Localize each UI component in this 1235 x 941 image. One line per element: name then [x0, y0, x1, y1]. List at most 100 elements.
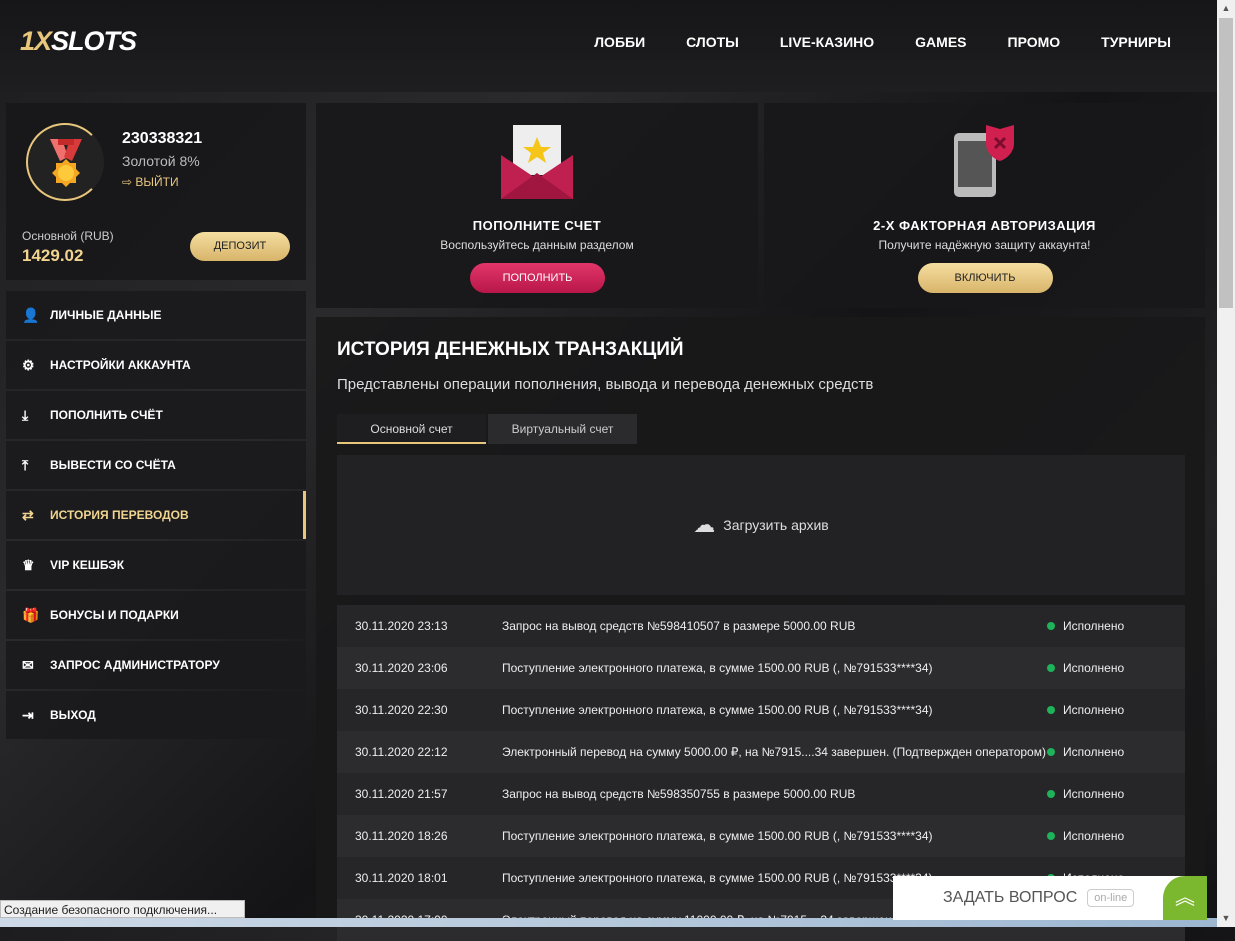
scroll-up-icon[interactable]: ▲ — [1217, 0, 1235, 17]
download-archive-button[interactable]: ☁ Загрузить архив — [337, 455, 1185, 595]
logo-main: SLOTS — [51, 26, 137, 56]
balance-label: Основной (RUB) — [22, 229, 114, 243]
sidebar-item-label: ВЫВЕСТИ СО СЧЁТА — [50, 458, 176, 472]
gears-icon: ⚙ — [22, 356, 35, 373]
account-menu: 👤 ЛИЧНЫЕ ДАННЫЕ ⚙ НАСТРОЙКИ АККАУНТА ⤓ ПОПОЛН… — [6, 291, 306, 741]
sign-out-icon: ⇥ — [22, 706, 34, 723]
user-plus-icon: 👤 — [22, 306, 40, 323]
sidebar-item[interactable]: ⤒ ВЫВЕСТИ СО СЧЁТА — [6, 441, 306, 489]
sidebar-item[interactable]: ✉ ЗАПРОС АДМИНИСТРАТОРУ — [6, 641, 306, 689]
row-status: Исполнено — [1047, 787, 1124, 801]
table-row: 30.11.2020 22:12 Электронный перевод на с… — [337, 731, 1185, 773]
nav-tournaments[interactable]: ТУРНИРЫ — [1101, 34, 1171, 50]
sidebar-item-label: ИСТОРИЯ ПЕРЕВОДОВ — [50, 508, 189, 522]
row-description: Поступление электронного платежа, в сумм… — [502, 702, 933, 717]
nav-games[interactable]: GAMES — [915, 34, 966, 50]
sidebar-item[interactable]: 🎁 БОНУСЫ И ПОДАРКИ — [6, 591, 306, 639]
scroll-down-icon[interactable]: ▼ — [1217, 910, 1235, 927]
sidebar-item-label: БОНУСЫ И ПОДАРКИ — [50, 608, 179, 622]
deposit-button[interactable]: ДЕПОЗИТ — [190, 232, 290, 261]
status-dot-icon — [1047, 622, 1055, 630]
sidebar-item[interactable]: ⚙ НАСТРОЙКИ АККАУНТА — [6, 341, 306, 389]
nav-live-casino[interactable]: LIVE-КАЗИНО — [780, 34, 874, 50]
status-dot-icon — [1047, 664, 1055, 672]
sidebar-item[interactable]: ⇥ ВЫХОД — [6, 691, 306, 739]
status-label: Исполнено — [1063, 829, 1125, 843]
scrollbar[interactable]: ▲ ▼ — [1217, 0, 1235, 927]
status-dot-icon — [1047, 706, 1055, 714]
profile-card: 230338321 Золотой 8% ⇨ ВЫЙТИ Основной (R… — [6, 103, 306, 280]
page-subtitle: Представлены операции пополнения, вывода… — [337, 376, 874, 393]
table-row: 30.11.2020 23:06 Поступление электронного… — [337, 647, 1185, 689]
top-up-button[interactable]: ПОПОЛНИТЬ — [470, 263, 605, 293]
nav-lobby[interactable]: ЛОББИ — [594, 34, 645, 50]
phone-shield-icon — [954, 125, 1014, 197]
sidebar-item[interactable]: 👤 ЛИЧНЫЕ ДАННЫЕ — [6, 291, 306, 339]
sidebar-item[interactable]: ⤓ ПОПОЛНИТЬ СЧЁТ — [6, 391, 306, 439]
row-date: 30.11.2020 22:30 — [355, 703, 448, 717]
status-label: Исполнено — [1063, 619, 1125, 633]
promo-subtitle: Получите надёжную защиту аккаунта! — [878, 238, 1091, 252]
envelope-icon: ✉ — [22, 656, 34, 673]
sidebar-item-label: ВЫХОД — [50, 708, 96, 722]
main-nav: ЛОББИ СЛОТЫ LIVE-КАЗИНО GAMES ПРОМО ТУРН… — [594, 34, 1171, 50]
sidebar-item[interactable]: ♛ VIP КЕШБЭК — [6, 541, 306, 589]
row-date: 30.11.2020 23:06 — [355, 661, 448, 675]
account-tabs: Основной счет Виртуальный счет — [337, 414, 639, 444]
download-icon: ⤓ — [22, 406, 29, 423]
row-status: Исполнено — [1047, 619, 1124, 633]
medal-icon — [50, 139, 82, 187]
cloud-download-icon: ☁ — [693, 512, 716, 537]
status-dot-icon — [1047, 832, 1055, 840]
row-description: Поступление электронного платежа, в сумм… — [502, 828, 933, 843]
chat-label: ЗАДАТЬ ВОПРОС — [943, 889, 1078, 906]
exchange-icon: ⇄ — [22, 506, 34, 523]
scrollbar-thumb[interactable] — [1219, 18, 1233, 308]
balance-value: 1429.02 — [22, 246, 84, 265]
page-title: ИСТОРИЯ ДЕНЕЖНЫХ ТРАНЗАКЦИЙ — [337, 339, 684, 360]
table-row: 30.11.2020 18:26 Поступление электронного… — [337, 815, 1185, 857]
row-date: 30.11.2020 23:13 — [355, 619, 448, 633]
logo[interactable]: 1XSLOTS — [20, 26, 137, 57]
row-status: Исполнено — [1047, 703, 1124, 717]
tab-main-account[interactable]: Основной счет — [337, 414, 486, 444]
row-date: 30.11.2020 22:12 — [355, 745, 448, 759]
crown-icon: ♛ — [22, 556, 35, 573]
row-date: 30.11.2020 21:57 — [355, 787, 448, 801]
user-id: 230338321 — [122, 130, 203, 147]
loyalty-level: Золотой 8% — [122, 153, 200, 169]
sign-out-icon: ⇨ — [122, 175, 136, 189]
tab-virtual-account[interactable]: Виртуальный счет — [488, 414, 637, 444]
upload-icon: ⤒ — [22, 456, 29, 473]
row-description: Поступление электронного платежа, в сумм… — [502, 660, 933, 675]
avatar — [26, 123, 104, 201]
row-description: Запрос на вывод средств №598410507 в раз… — [502, 618, 856, 633]
sidebar-item-label: VIP КЕШБЭК — [50, 558, 125, 572]
browser-status: Создание безопасного подключения... — [0, 900, 245, 918]
transaction-history: ИСТОРИЯ ДЕНЕЖНЫХ ТРАНЗАКЦИЙ Представлены… — [316, 317, 1205, 941]
header: 1XSLOTS ЛОББИ СЛОТЫ LIVE-КАЗИНО GAMES ПР… — [0, 0, 1217, 92]
chevron-up-icon[interactable]: ︽ — [1163, 876, 1207, 920]
sidebar-item-label: НАСТРОЙКИ АККАУНТА — [50, 358, 191, 372]
row-status: Исполнено — [1047, 745, 1124, 759]
row-status: Исполнено — [1047, 661, 1124, 675]
sidebar-item[interactable]: ⇄ ИСТОРИЯ ПЕРЕВОДОВ — [6, 491, 306, 539]
nav-slots[interactable]: СЛОТЫ — [686, 34, 739, 50]
table-row: 30.11.2020 21:57 Запрос на вывод средств … — [337, 773, 1185, 815]
online-badge: on-line — [1087, 889, 1135, 907]
status-label: Исполнено — [1063, 703, 1125, 717]
enable-2fa-button[interactable]: ВКЛЮЧИТЬ — [917, 263, 1053, 293]
archive-label: Загрузить архив — [723, 517, 829, 533]
row-status: Исполнено — [1047, 829, 1124, 843]
nav-promo[interactable]: ПРОМО — [1008, 34, 1061, 50]
logo-prefix: 1X — [20, 26, 52, 56]
promo-title: 2-Х ФАКТОРНАЯ АВТОРИЗАЦИЯ — [873, 218, 1096, 233]
sidebar-item-label: ПОПОЛНИТЬ СЧЁТ — [50, 408, 163, 422]
row-date: 30.11.2020 18:01 — [355, 871, 448, 885]
row-description: Запрос на вывод средств №598350755 в раз… — [502, 786, 856, 801]
sidebar-item-label: ЗАПРОС АДМИНИСТРАТОРУ — [50, 658, 220, 672]
status-label: Исполнено — [1063, 661, 1125, 675]
ask-question-widget[interactable]: ЗАДАТЬ ВОПРОС on-line ︽ — [893, 876, 1207, 920]
status-dot-icon — [1047, 790, 1055, 798]
logout-link[interactable]: ⇨ ВЫЙТИ — [122, 175, 179, 189]
